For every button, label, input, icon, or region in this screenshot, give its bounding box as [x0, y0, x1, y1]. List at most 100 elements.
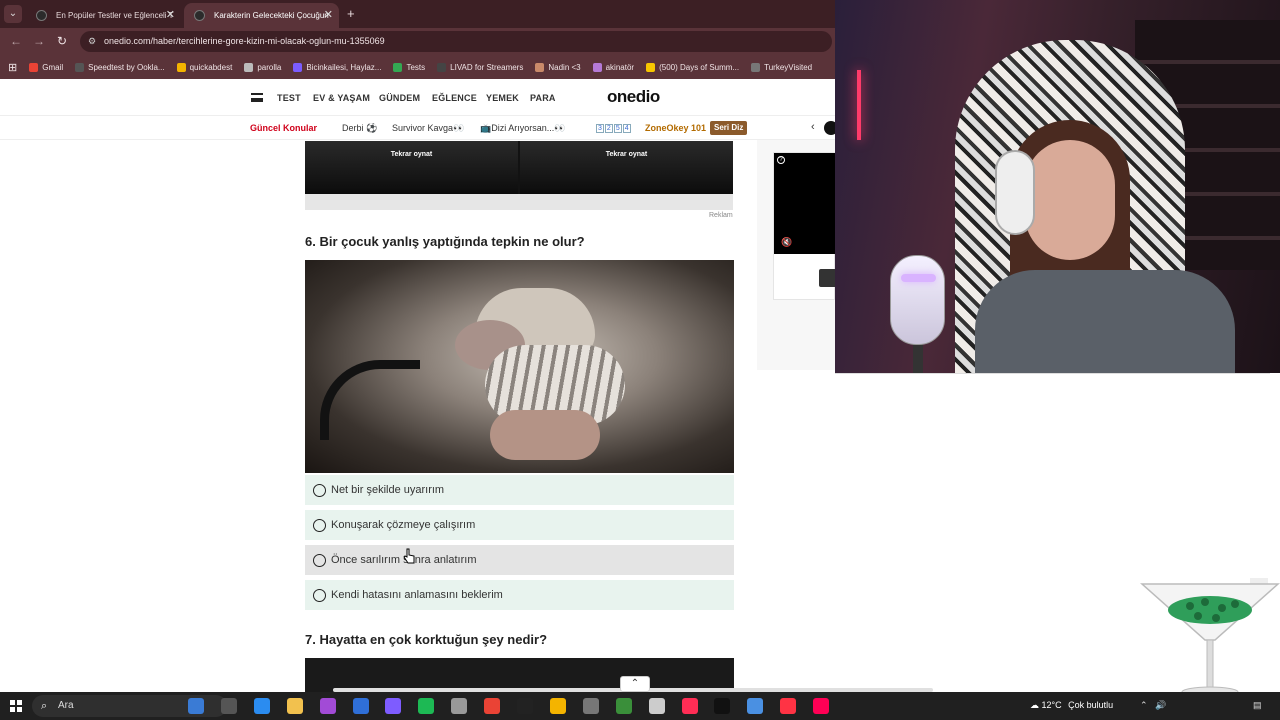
mute-icon[interactable]: 🔇: [781, 237, 792, 248]
trending-label: Güncel Konular: [250, 123, 318, 133]
site-logo[interactable]: onedio: [607, 87, 660, 107]
answer-option[interactable]: Konuşarak çözmeye çalışırım: [305, 510, 734, 540]
taskbar-app-icon[interactable]: [747, 698, 764, 714]
radio-button[interactable]: [313, 518, 326, 532]
side-video-ad[interactable]: ? 🔇: [773, 152, 836, 300]
okey-tile: 3: [596, 124, 604, 133]
taskbar-app-icon[interactable]: [253, 698, 270, 714]
microphone-icon: [890, 255, 945, 345]
answer-option[interactable]: Net bir şekilde uyarırım: [305, 475, 734, 505]
bookmark-item[interactable]: (500) Days of Summ...: [646, 62, 739, 72]
answer-option[interactable]: Kendi hatasını anlamasını beklerim: [305, 580, 734, 610]
ad-action-button[interactable]: [819, 269, 836, 287]
taskbar-app-icon[interactable]: [648, 698, 665, 714]
weather-temp: 12°C: [1041, 700, 1062, 710]
replay-label[interactable]: Tekrar oynat: [520, 151, 733, 158]
bookmark-label: Gmail: [42, 62, 64, 72]
radio-button[interactable]: [313, 483, 326, 497]
trending-zoneokey[interactable]: ZoneOkey 101: [645, 123, 706, 133]
taskbar-app-icon[interactable]: [582, 698, 599, 714]
taskbar-app-icon[interactable]: [286, 698, 303, 714]
radio-button[interactable]: [313, 588, 326, 602]
taskbar-app-icon[interactable]: [188, 698, 204, 714]
bookmark-item[interactable]: Nadin <3: [535, 62, 581, 72]
question-6-image: [305, 260, 734, 473]
volume-icon[interactable]: 🔊: [1155, 700, 1166, 711]
taskbar-app-icon[interactable]: [517, 698, 533, 714]
nav-yemek[interactable]: YEMEK: [486, 93, 519, 103]
taskbar-app-icon[interactable]: [385, 698, 402, 714]
tray-chevron-icon[interactable]: ⌃: [1140, 700, 1148, 711]
shirt-shape: [975, 270, 1235, 373]
taskbar-app-icon[interactable]: [549, 698, 566, 714]
okey-tiles[interactable]: 3254: [596, 122, 632, 133]
video-row: Tekrar oynat Tekrar oynat: [305, 141, 733, 194]
headphones-shape: [995, 150, 1035, 235]
seri-diz-badge[interactable]: Seri Diz: [710, 121, 748, 135]
taskbar-app-icon[interactable]: [220, 698, 237, 714]
bookmark-item[interactable]: quickabdest: [176, 62, 232, 72]
apps-grid-icon[interactable]: ⊞: [8, 61, 17, 74]
bookmark-item[interactable]: akinatör: [592, 62, 634, 72]
bookmark-item[interactable]: parolla: [244, 62, 282, 72]
bookmark-favicon-icon: [751, 62, 761, 72]
close-tab-icon[interactable]: ✕: [324, 8, 333, 21]
menu-icon[interactable]: [251, 93, 263, 102]
replay-label[interactable]: Tekrar oynat: [305, 151, 518, 158]
weather-widget[interactable]: ☁ 12°C Çok bulutlu: [1030, 700, 1113, 711]
taskbar-app-icon[interactable]: [615, 698, 632, 714]
nav-gundem[interactable]: GÜNDEM: [379, 93, 420, 103]
nav-ev-yasam[interactable]: EV & YAŞAM: [313, 93, 370, 103]
taskbar-app-icon[interactable]: [352, 698, 369, 714]
taskbar-app-icon[interactable]: [780, 698, 797, 714]
taskbar-app-icon[interactable]: [484, 698, 501, 714]
bookmark-item[interactable]: LIVAD for Streamers: [437, 62, 523, 72]
close-tab-icon[interactable]: ✕: [166, 8, 175, 21]
bookmark-item[interactable]: Speedtest by Ookla...: [75, 62, 165, 72]
nav-test[interactable]: TEST: [277, 93, 301, 103]
new-tab-button[interactable]: +: [347, 6, 355, 21]
bookmark-label: parolla: [257, 62, 282, 72]
nav-eglence[interactable]: EĞLENCE: [432, 93, 477, 103]
back-icon[interactable]: ←: [10, 34, 22, 48]
reload-icon[interactable]: ↻: [57, 34, 67, 48]
bookmark-favicon-icon: [244, 62, 254, 72]
trending-item[interactable]: Derbi ⚽: [342, 123, 377, 134]
address-bar-row: ← → ↻ ⚙ onedio.com/haber/tercihlerine-go…: [0, 28, 835, 55]
bookmark-item[interactable]: Bicinkailesi, Haylaz...: [293, 62, 381, 72]
trending-item[interactable]: 📺Dizi Arıyorsan...👀: [480, 123, 565, 134]
taskbar-app-icon[interactable]: [418, 698, 435, 714]
answer-label: Net bir şekilde uyarırım: [331, 484, 445, 496]
help-icon[interactable]: ?: [777, 156, 785, 164]
bookmark-item[interactable]: Gmail: [29, 62, 64, 72]
radio-button[interactable]: [313, 553, 326, 567]
video-thumbnail[interactable]: Tekrar oynat: [305, 141, 518, 194]
trending-item[interactable]: Survivor Kavga👀: [392, 123, 464, 134]
chair-shape: [320, 360, 420, 440]
bookmark-item[interactable]: TurkeyVisited: [751, 62, 812, 72]
taskbar-app-icon[interactable]: [451, 698, 468, 714]
notification-icon[interactable]: ▤: [1253, 700, 1262, 711]
answer-option-hovered[interactable]: Önce sarılırım sonra anlatırım: [305, 545, 734, 575]
ad-label: Reklam: [709, 212, 733, 219]
taskbar-app-icon[interactable]: [681, 698, 698, 714]
browser-tab-active[interactable]: Karakterin Gelecekteki Çocuğun ✕: [184, 3, 339, 28]
tab-favicon-icon: [36, 10, 47, 21]
bookmark-item[interactable]: Tests: [393, 62, 425, 72]
site-info-icon[interactable]: ⚙: [88, 31, 96, 52]
video-thumbnail[interactable]: Tekrar oynat: [520, 141, 733, 194]
windows-start-icon[interactable]: [10, 700, 22, 712]
browser-tab[interactable]: En Popüler Testler ve Eğlenceli T ✕: [26, 3, 181, 28]
tab-search-dropdown[interactable]: ⌄: [4, 5, 22, 23]
taskbar-app-icon[interactable]: [319, 698, 336, 714]
search-placeholder: Ara: [58, 700, 74, 711]
nav-para[interactable]: PARA: [530, 93, 556, 103]
taskbar-app-icon[interactable]: [714, 698, 731, 714]
taskbar-app-icon[interactable]: [813, 698, 830, 714]
url-field[interactable]: ⚙ onedio.com/haber/tercihlerine-gore-kiz…: [80, 31, 832, 52]
forward-icon[interactable]: →: [33, 34, 45, 48]
search-icon: ⌕: [41, 700, 48, 712]
question-6-title: 6. Bir çocuk yanlış yaptığında tepkin ne…: [305, 234, 585, 249]
chevron-left-icon[interactable]: ‹: [811, 121, 815, 133]
scroll-to-top-button[interactable]: ⌃: [620, 676, 650, 692]
